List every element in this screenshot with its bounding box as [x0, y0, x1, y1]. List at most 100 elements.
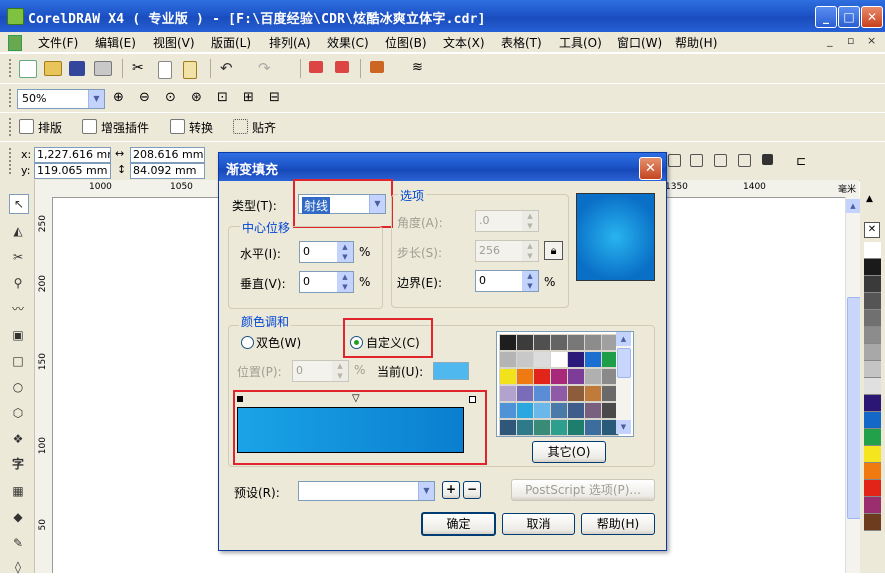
palette-color-swatch[interactable]	[864, 395, 881, 412]
vertical-scrollbar[interactable]: ▲	[845, 197, 861, 573]
freehand-tool-icon[interactable]: 〰	[9, 300, 27, 318]
menu-help[interactable]: 帮助(H)	[675, 34, 717, 51]
zoom-page-height-icon[interactable]: ⊟	[269, 90, 285, 106]
other-colors-button[interactable]: 其它(O)	[532, 441, 606, 463]
cut-icon[interactable]: ✂	[132, 61, 148, 77]
palette-scroll-up-icon[interactable]: ▲	[866, 194, 873, 204]
width-field[interactable]: 208.616 mm	[130, 147, 205, 163]
zoom-page-width-icon[interactable]: ⊞	[243, 90, 259, 106]
height-field[interactable]: 84.092 mm	[130, 163, 205, 179]
menu-window[interactable]: 窗口(W)	[617, 34, 662, 51]
ok-button[interactable]: 确定	[421, 512, 496, 536]
color-swatch[interactable]	[584, 368, 602, 385]
export-icon[interactable]	[335, 61, 349, 73]
scroll-up-icon[interactable]: ▲	[616, 332, 631, 346]
scroll-down-icon[interactable]: ▼	[616, 420, 631, 434]
menu-edit[interactable]: 编辑(E)	[95, 34, 136, 51]
menu-effects[interactable]: 效果(C)	[327, 34, 369, 51]
palette-color-swatch[interactable]	[864, 378, 881, 395]
palette-color-swatch[interactable]	[864, 310, 881, 327]
color-swatch[interactable]	[533, 419, 551, 436]
application-launcher-icon[interactable]	[370, 61, 384, 73]
color-swatch[interactable]	[567, 385, 585, 402]
vertical-offset-field[interactable]: 0 ▲ ▼	[299, 271, 354, 293]
polygon-tool-icon[interactable]: ⬡	[9, 404, 27, 422]
break-apart-icon[interactable]	[690, 154, 703, 167]
combine-icon[interactable]	[668, 154, 681, 167]
intersect-icon[interactable]	[762, 154, 773, 165]
spin-arrows-icon[interactable]: ▲ ▼	[337, 272, 353, 292]
two-color-label[interactable]: 双色(W)	[256, 334, 301, 351]
color-swatch[interactable]	[550, 351, 568, 368]
color-swatch[interactable]	[567, 368, 585, 385]
paste-icon[interactable]	[183, 61, 197, 79]
color-swatch[interactable]	[499, 402, 517, 419]
zoom-out-icon[interactable]: ⊖	[139, 90, 155, 106]
table-tool-icon[interactable]: ▦	[9, 482, 27, 500]
palette-color-swatch[interactable]	[864, 293, 881, 310]
color-swatch[interactable]	[516, 368, 534, 385]
undo-icon[interactable]: ↶	[220, 60, 236, 76]
crop-tool-icon[interactable]: ✂	[9, 248, 27, 266]
basic-shapes-tool-icon[interactable]: ❖	[9, 430, 27, 448]
text-tool-icon[interactable]: 字	[9, 455, 27, 473]
color-swatch[interactable]	[550, 385, 568, 402]
zoom-page-icon[interactable]: ⊡	[217, 90, 233, 106]
color-swatch[interactable]	[533, 351, 551, 368]
pick-tool-icon[interactable]: ↖	[9, 194, 29, 214]
align-icon[interactable]: ⊏	[796, 154, 812, 170]
dialog-close-button[interactable]: ✕	[639, 157, 662, 180]
smart-fill-tool-icon[interactable]: ▣	[9, 326, 27, 344]
import-icon[interactable]	[309, 61, 323, 73]
save-icon[interactable]	[69, 61, 85, 76]
doc-close-button[interactable]: ×	[867, 34, 876, 47]
x-position-field[interactable]: 1,227.616 mm	[34, 147, 111, 163]
palette-color-swatch[interactable]	[864, 276, 881, 293]
weld-icon[interactable]	[714, 154, 727, 167]
presets-select[interactable]: ▼	[298, 481, 435, 501]
palette-color-swatch[interactable]	[864, 361, 881, 378]
palette-color-swatch[interactable]	[864, 514, 881, 531]
outline-tool-icon[interactable]: ◊	[9, 558, 27, 576]
menu-view[interactable]: 视图(V)	[153, 34, 195, 51]
color-swatch[interactable]	[533, 402, 551, 419]
menu-text[interactable]: 文本(X)	[443, 34, 485, 51]
swatch-scrollbar[interactable]: ▲ ▼	[616, 332, 631, 434]
zoom-level-select[interactable]: 50% ▼	[17, 89, 105, 109]
color-swatch[interactable]	[516, 402, 534, 419]
doc-restore-button[interactable]: ▫	[847, 34, 854, 47]
open-folder-icon[interactable]	[44, 61, 62, 76]
palette-color-swatch[interactable]	[864, 242, 881, 259]
palette-color-swatch[interactable]	[864, 429, 881, 446]
color-swatch[interactable]	[567, 351, 585, 368]
snap-icon[interactable]	[233, 119, 248, 134]
color-swatch[interactable]	[516, 351, 534, 368]
lock-steps-icon[interactable]: 🔒︎	[544, 241, 563, 260]
copy-icon[interactable]	[158, 61, 172, 79]
cancel-button[interactable]: 取消	[502, 513, 575, 535]
color-swatch[interactable]	[550, 419, 568, 436]
ellipse-tool-icon[interactable]: ○	[9, 378, 27, 396]
scrollbar-thumb[interactable]	[617, 348, 631, 378]
current-color-swatch[interactable]	[433, 362, 469, 380]
color-swatch[interactable]	[550, 368, 568, 385]
palette-color-swatch[interactable]	[864, 497, 881, 514]
menu-table[interactable]: 表格(T)	[501, 34, 542, 51]
color-swatch[interactable]	[584, 334, 602, 351]
snap-button[interactable]: 贴齐	[252, 119, 276, 136]
palette-color-swatch[interactable]	[864, 259, 881, 276]
menu-tools[interactable]: 工具(O)	[559, 34, 602, 51]
palette-color-swatch[interactable]	[864, 446, 881, 463]
close-window-button[interactable]: ✕	[861, 6, 883, 28]
color-swatch[interactable]	[499, 368, 517, 385]
convert-button[interactable]: 转换	[189, 119, 213, 136]
menu-file[interactable]: 文件(F)	[38, 34, 78, 51]
welcome-screen-icon[interactable]: ≋	[412, 60, 428, 76]
typeset-icon[interactable]	[19, 119, 34, 134]
scrollbar-thumb[interactable]	[847, 297, 861, 519]
convert-icon[interactable]	[170, 119, 185, 134]
color-swatch[interactable]	[550, 334, 568, 351]
remove-preset-button[interactable]: −	[463, 481, 481, 499]
shape-tool-icon[interactable]: ◭	[9, 222, 27, 240]
palette-color-swatch[interactable]	[864, 412, 881, 429]
